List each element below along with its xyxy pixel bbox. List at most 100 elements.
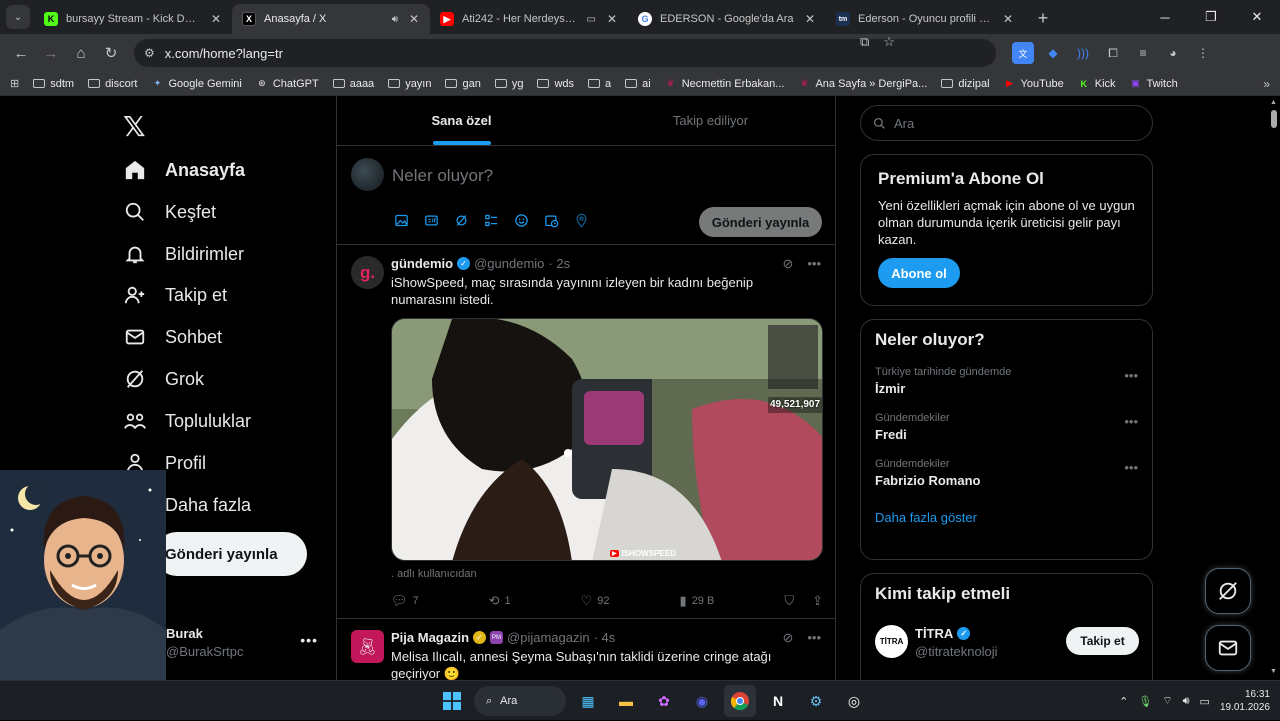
suggestion-name[interactable]: TİTRA	[915, 626, 953, 641]
composer-input[interactable]: Neler oluyor?	[392, 166, 493, 186]
bookmark-folder[interactable]: wds	[537, 78, 574, 90]
post-button[interactable]: Gönderi yayınla	[155, 532, 307, 576]
bookmark-folder[interactable]: yayın	[388, 78, 431, 90]
close-tab-icon[interactable]: ✕	[406, 12, 422, 26]
trend-item[interactable]: Türkiye tarihinde gündemde İzmir •••	[875, 366, 1138, 396]
bookmark-link[interactable]: ▣ Twitch	[1130, 78, 1177, 90]
tweet-author-name[interactable]: gündemio	[391, 256, 453, 271]
tweet-attribution[interactable]: . adlı kullanıcıdan	[391, 568, 477, 580]
subscribe-button[interactable]: Abone ol	[878, 258, 960, 288]
tab-following[interactable]: Takip ediliyor	[586, 96, 835, 145]
bookmark-link[interactable]: ♛ Ana Sayfa » DergiPa...	[798, 78, 927, 90]
page-scrollbar[interactable]: ▲ ▼	[1268, 96, 1280, 685]
trend-more-icon[interactable]: •••	[1124, 368, 1138, 383]
chrome-icon[interactable]	[724, 685, 756, 717]
close-tab-icon[interactable]: ✕	[1000, 12, 1016, 26]
microphone-icon[interactable]: 🎙︎	[1138, 695, 1152, 708]
steam-icon[interactable]: ⚙	[800, 685, 832, 717]
install-app-icon[interactable]: ⧉	[860, 34, 869, 50]
browser-tab-active[interactable]: X Anasayfa / X 🔊︎ ✕	[232, 4, 430, 34]
start-button[interactable]	[436, 685, 468, 717]
trend-item[interactable]: Gündemdekiler Fabrizio Romano •••	[875, 458, 1138, 488]
gif-icon[interactable]	[423, 212, 439, 228]
tab-for-you[interactable]: Sana özel	[337, 96, 586, 145]
notion-icon[interactable]: N	[762, 685, 794, 717]
battery-icon[interactable]: ▭	[1200, 695, 1210, 708]
bookmark-icon[interactable]: ⛉	[784, 593, 794, 609]
profile-avatar-icon[interactable]: ◕	[1162, 42, 1184, 64]
widgets-app-icon[interactable]: ▦	[572, 685, 604, 717]
tweet-time[interactable]: · 2s	[548, 256, 570, 271]
bookmarks-overflow-icon[interactable]: »	[1263, 77, 1270, 91]
wifi-icon[interactable]: ⌔	[1162, 694, 1172, 708]
nav-grok[interactable]: Grok	[123, 358, 204, 400]
tweet[interactable]: g. gündemio ✓ @gundemio · 2s ⊘ ••• iShow…	[337, 246, 835, 619]
close-tab-icon[interactable]: ✕	[802, 12, 818, 26]
tweet-time[interactable]: · 4s	[594, 630, 616, 645]
x-logo-icon[interactable]: 𝕏	[123, 110, 146, 143]
grok-explain-icon[interactable]: ⊘	[782, 630, 793, 646]
file-explorer-icon[interactable]: ▬	[610, 685, 642, 717]
nav-explore[interactable]: Keşfet	[123, 191, 216, 233]
bookmark-folder[interactable]: gan	[445, 78, 481, 90]
trend-more-icon[interactable]: •••	[1124, 460, 1138, 475]
image-icon[interactable]	[393, 212, 409, 228]
maximize-button[interactable]: ❐	[1188, 9, 1234, 25]
media-icon[interactable]: ▭	[587, 14, 596, 25]
trend-item[interactable]: Gündemdekiler Fredi •••	[875, 412, 1138, 442]
tweet-author-name[interactable]: Pija Magazin	[391, 630, 469, 645]
avatar[interactable]: 🧸︎	[351, 630, 384, 663]
tweet-more-icon[interactable]: •••	[807, 256, 821, 272]
close-tab-icon[interactable]: ✕	[208, 12, 224, 26]
nav-follow[interactable]: Takip et	[123, 274, 227, 316]
discord-icon[interactable]: ◉	[686, 685, 718, 717]
tray-overflow-icon[interactable]: ⌃	[1119, 695, 1128, 708]
bookmark-link[interactable]: ▶ YouTube	[1004, 78, 1064, 90]
views-button[interactable]: ▮ 29 B	[680, 593, 715, 609]
bookmark-link[interactable]: ♛ Necmettin Erbakan...	[665, 78, 785, 90]
scroll-up-icon[interactable]: ▲	[1270, 99, 1277, 106]
bookmark-folder[interactable]: ai	[625, 78, 651, 90]
reply-button[interactable]: 💬︎ 7	[391, 593, 419, 609]
nav-notifications[interactable]: Bildirimler	[123, 233, 244, 275]
retweet-button[interactable]: ⟲ 1	[489, 593, 511, 609]
emoji-icon[interactable]	[513, 212, 529, 228]
account-switcher[interactable]: Burak @BurakSrtpc •••	[166, 624, 326, 664]
bookmark-folder[interactable]: discort	[88, 78, 137, 90]
bookmark-star-icon[interactable]: ☆	[883, 34, 895, 50]
chrome-menu-icon[interactable]: ⋮	[1192, 42, 1214, 64]
schedule-icon[interactable]	[543, 212, 559, 228]
like-button[interactable]: ♡ 92	[581, 593, 610, 609]
avatar[interactable]	[351, 158, 384, 191]
tweet[interactable]: 🧸︎ Pija Magazin ✓ PM @pijamagazin · 4s ⊘…	[337, 620, 835, 685]
bookmark-folder[interactable]: aaaa	[332, 78, 374, 90]
bookmark-folder[interactable]: yg	[494, 78, 523, 90]
tweet-video[interactable]: 49,521,907 ▶ ISHOWSPEED	[391, 318, 823, 561]
avatar[interactable]: g.	[351, 256, 384, 289]
follow-button[interactable]: Takip et	[1066, 627, 1139, 655]
new-tab-button[interactable]: +	[1032, 8, 1054, 29]
close-tab-icon[interactable]: ✕	[604, 12, 620, 26]
browser-tab[interactable]: K bursayy Stream - Kick Dashboard ✕	[34, 4, 232, 34]
browser-tab[interactable]: tm Ederson - Oyuncu profili 25/26 ✕	[826, 4, 1024, 34]
browser-tab[interactable]: ▶ Ati242 - Her Nerdeysen (Live) ▭ ✕	[430, 4, 628, 34]
location-icon[interactable]	[573, 212, 589, 228]
obs-icon[interactable]: ◎	[838, 685, 870, 717]
bookmark-link[interactable]: ✦ Google Gemini	[151, 78, 242, 90]
apps-grid-icon[interactable]: ⊞	[10, 77, 19, 90]
grok-explain-icon[interactable]: ⊘	[782, 256, 793, 272]
bookmark-folder[interactable]: dizipal	[941, 78, 990, 90]
address-bar[interactable]: ⚙ x.com/home?lang=tr ⧉ ☆	[134, 34, 996, 67]
search-input[interactable]: Ara	[860, 105, 1153, 141]
site-info-icon[interactable]: ⚙	[144, 46, 155, 60]
volume-icon[interactable]: 🔊︎	[1183, 695, 1190, 708]
trend-more-icon[interactable]: •••	[1124, 414, 1138, 429]
minimize-button[interactable]: ─	[1142, 10, 1188, 25]
show-more-link[interactable]: Daha fazla göster	[875, 510, 1138, 525]
grok-icon[interactable]	[453, 212, 469, 228]
taskbar-search[interactable]: ⌕ Ara	[474, 686, 566, 716]
bookmark-link[interactable]: ⊛ ChatGPT	[256, 78, 319, 90]
avatar[interactable]: TİTRA	[875, 625, 908, 658]
tweet-author-handle[interactable]: @pijamagazin	[507, 630, 590, 645]
browser-tab[interactable]: G EDERSON - Google'da Ara ✕	[628, 4, 826, 34]
